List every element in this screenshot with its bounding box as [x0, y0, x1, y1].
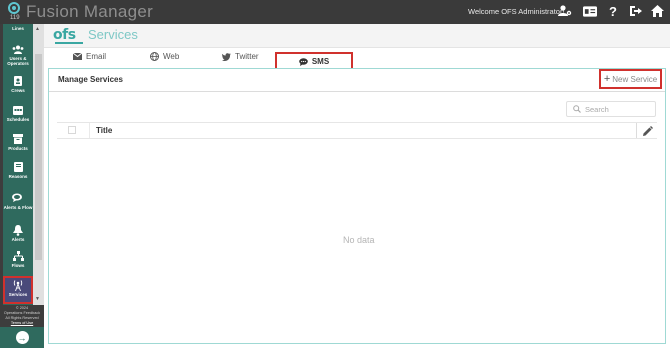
table-header	[57, 122, 657, 139]
sidebar-item-label: Services	[8, 292, 28, 297]
search-placeholder: Search	[585, 104, 609, 114]
logo-icon	[8, 2, 20, 14]
panel-title: Manage Services	[58, 75, 123, 84]
plus-icon: +	[603, 73, 611, 85]
search-input[interactable]: Search	[566, 101, 656, 117]
app-title: Fusion Manager	[26, 2, 154, 21]
sidebar-item-label: Flows	[11, 263, 25, 268]
arrow-right-icon[interactable]: →	[15, 331, 29, 344]
logo-underline	[55, 42, 83, 44]
calendar-icon	[11, 104, 25, 116]
sidebar-item-schedules[interactable]: Schedules	[3, 104, 33, 122]
id-card-icon[interactable]	[583, 4, 597, 18]
sidebar-item-services[interactable]: Services	[3, 279, 33, 297]
sidebar-item-alerts[interactable]: Alerts	[3, 224, 33, 242]
sidebar-item-crews[interactable]: Crews	[3, 75, 33, 93]
search-icon	[573, 105, 581, 113]
ofs-logo: ofs	[53, 27, 76, 43]
empty-state-text: No data	[343, 235, 375, 245]
sidebar-item-label: Reasons	[8, 174, 28, 179]
sidebar-item-label: Alerts & Flow	[3, 205, 33, 210]
sidebar-item-label: Lines	[12, 26, 24, 31]
tab-web[interactable]: Web	[150, 52, 179, 61]
select-all-checkbox[interactable]	[68, 126, 76, 134]
sidebar-item-label: Alerts	[11, 237, 25, 242]
book-icon	[11, 161, 25, 173]
pencil-icon[interactable]	[642, 124, 654, 136]
sidebar-item-label: Crews	[11, 88, 25, 93]
tab-label: Email	[86, 52, 107, 61]
sidebar-item-label: Products	[8, 146, 28, 151]
tab-email[interactable]: Email	[73, 52, 106, 61]
sidebar-footer: © 2024 Operations Feedback All Rights Re…	[0, 305, 44, 327]
tab-label: SMS	[311, 57, 330, 66]
page-title: Services	[88, 27, 138, 42]
box-icon	[11, 133, 25, 145]
sidebar-item-label: Users & Operators	[7, 56, 29, 66]
column-divider	[636, 123, 637, 138]
logout-icon[interactable]	[628, 4, 642, 18]
globe-icon	[150, 52, 159, 61]
column-title[interactable]: Title	[96, 126, 112, 135]
sidebar-item-reasons[interactable]: Reasons	[3, 161, 33, 179]
envelope-icon	[73, 53, 82, 60]
sidebar-item-lines[interactable]: Lines	[3, 25, 33, 31]
terms-link[interactable]: Terms of Use	[0, 321, 44, 326]
tab-twitter[interactable]: Twitter	[222, 52, 259, 61]
home-icon[interactable]	[650, 4, 664, 18]
scroll-up-icon[interactable]: ▲	[35, 26, 40, 32]
app-logo: 119	[3, 2, 25, 24]
services-icon	[11, 279, 25, 291]
flow-icon	[11, 250, 25, 262]
user-settings-icon[interactable]	[558, 4, 572, 18]
tab-label: Twitter	[235, 52, 259, 61]
chat-icon	[11, 192, 25, 204]
users-icon	[11, 43, 25, 55]
crews-icon	[11, 75, 25, 87]
bell-icon	[11, 224, 25, 236]
panel-header	[49, 69, 665, 92]
welcome-text: Welcome OFS Administrator!	[468, 7, 565, 16]
sidebar-scroll-thumb[interactable]	[35, 54, 42, 260]
help-icon[interactable]: ?	[606, 4, 620, 19]
new-service-label: New Service	[612, 74, 658, 84]
column-divider	[89, 123, 90, 138]
sidebar-item-flows[interactable]: Flows	[3, 250, 33, 268]
sidebar-item-products[interactable]: Products	[3, 133, 33, 151]
twitter-icon	[222, 52, 231, 61]
sidebar-item-label: Schedules	[6, 117, 30, 122]
scroll-down-icon[interactable]: ▼	[35, 296, 40, 302]
sidebar-item-alerts-flow[interactable]: Alerts & Flow	[3, 192, 33, 210]
app-version: 119	[10, 15, 20, 21]
sidebar-item-users[interactable]: Users & Operators	[3, 43, 33, 66]
tab-label: Web	[163, 52, 180, 61]
sidebar-next: →	[0, 327, 44, 348]
tab-bar	[48, 49, 666, 68]
sms-icon	[299, 57, 308, 66]
new-service-button[interactable]: + New Service	[599, 69, 662, 89]
